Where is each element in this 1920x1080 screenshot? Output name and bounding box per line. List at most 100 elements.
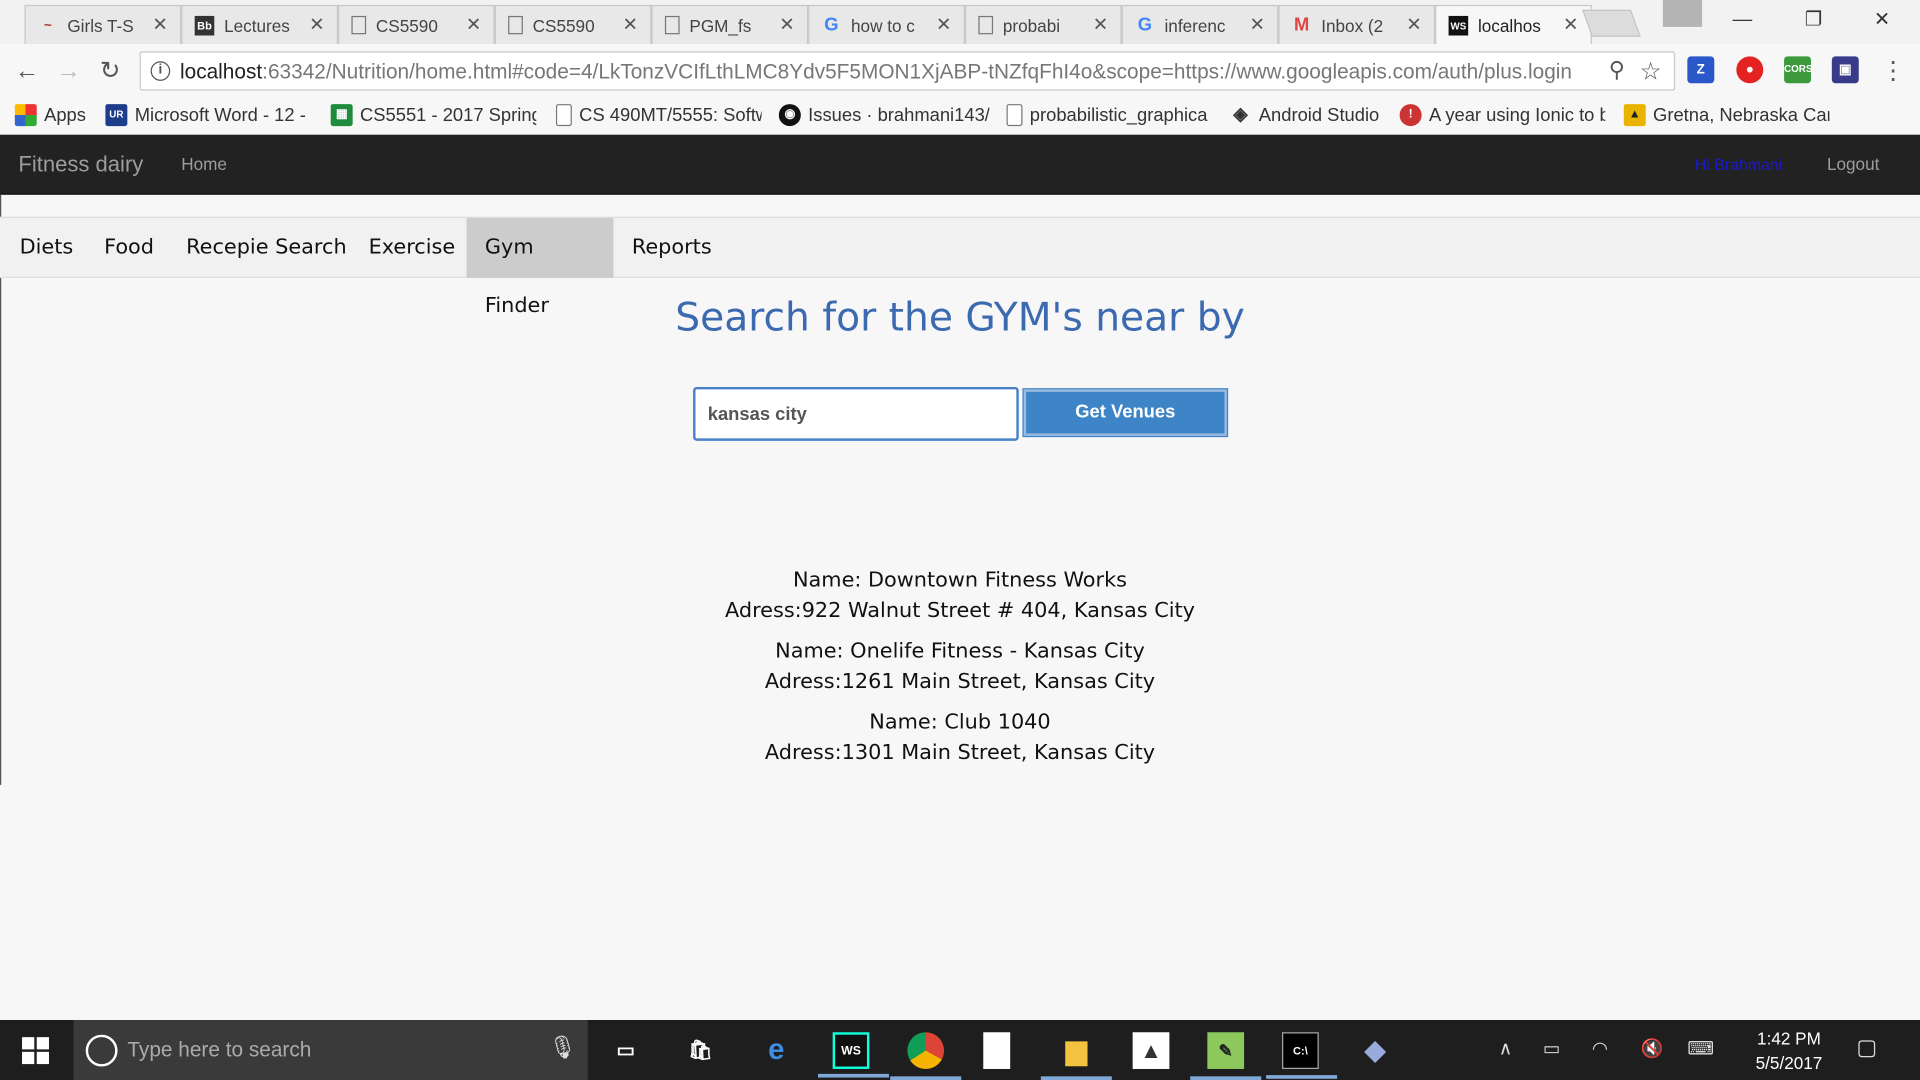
tab-food[interactable]: Food (86, 218, 173, 278)
photos-icon[interactable]: ▲ (1132, 1032, 1170, 1069)
window-close-icon[interactable]: ✕ (1854, 0, 1910, 42)
venue-address: Adress:922 Walnut Street # 404, Kansas C… (724, 598, 1195, 623)
browser-tab-active[interactable]: WS localhos ✕ (1435, 4, 1592, 46)
store-icon[interactable]: 🛍 (682, 1032, 719, 1069)
android-studio-icon: ◈ (1233, 104, 1248, 125)
screen: ~ Girls T-S ✕ Bb Lectures ✕ CS5590 ✕ CS5… (0, 0, 1920, 1080)
info-icon[interactable]: i (150, 61, 171, 81)
close-icon[interactable]: ✕ (936, 13, 951, 36)
file-explorer-icon[interactable]: ▆ (1040, 1032, 1112, 1080)
sheets-icon: ▦ (330, 104, 353, 127)
action-center-icon[interactable]: ▢ (1856, 1035, 1877, 1061)
address-bar[interactable]: i localhost:63342/Nutrition/home.html#co… (139, 51, 1676, 91)
browser-tab-title: how to c (851, 15, 915, 35)
windows-start-icon[interactable] (22, 1037, 49, 1065)
document-icon (1006, 104, 1023, 127)
tab-exercise[interactable]: Exercise (350, 218, 473, 278)
browser-tab[interactable]: Bb Lectures ✕ (181, 4, 338, 45)
brand-link[interactable]: Fitness dairy (18, 152, 143, 178)
location-search-input[interactable] (693, 386, 1019, 441)
app-icon[interactable]: ◆ (1357, 1032, 1394, 1069)
campground-icon: ▲ (1623, 104, 1646, 127)
tab-recepie-search[interactable]: Recepie Search (168, 218, 365, 278)
browser-tab-title: Girls T-S (67, 15, 134, 35)
adblock-icon[interactable]: ● (1736, 56, 1764, 84)
tab-gym-finder[interactable]: Gym Finder (466, 217, 614, 318)
logout-link[interactable]: Logout (1827, 154, 1879, 174)
browser-tab[interactable]: ~ Girls T-S ✕ (24, 4, 182, 45)
extension-icon[interactable]: ▣ (1831, 56, 1859, 84)
volume-muted-icon[interactable]: 🔇 (1641, 1037, 1664, 1059)
task-view-icon[interactable]: ▭ (607, 1032, 644, 1069)
browser-tab[interactable]: PGM_fs ✕ (651, 4, 809, 45)
bookmark-item[interactable]: UR Microsoft Word - 12 - (105, 102, 311, 129)
section-tabs: Diets Food Recepie Search Exercise Gym F… (0, 216, 1920, 318)
notepad-plus-icon[interactable]: ✎ (1190, 1032, 1262, 1080)
browser-tab[interactable]: CS5590 ✕ (494, 4, 652, 45)
notepad-icon[interactable] (983, 1032, 1011, 1069)
taskbar-search-box[interactable]: Type here to search 🎙 (73, 1020, 588, 1080)
app-navbar: Fitness dairy Home Hi Brahmani Logout (0, 134, 1920, 195)
close-icon[interactable]: ✕ (152, 13, 167, 36)
close-icon[interactable]: ✕ (466, 13, 481, 36)
cortana-icon[interactable] (85, 1034, 118, 1067)
edge-icon[interactable]: e (758, 1032, 795, 1069)
document-icon (664, 15, 680, 35)
browser-tab-strip: ~ Girls T-S ✕ Bb Lectures ✕ CS5590 ✕ CS5… (0, 0, 1920, 46)
bookmark-item[interactable]: ▦ CS5551 - 2017 Spring (330, 102, 536, 129)
get-venues-button[interactable]: Get Venues (1022, 388, 1229, 438)
back-icon[interactable]: ← (12, 56, 41, 85)
close-icon[interactable]: ✕ (779, 13, 794, 36)
cors-icon[interactable]: CORS (1784, 56, 1812, 84)
list-item: Name: Onelife Fitness - Kansas City Adre… (0, 637, 1920, 697)
show-hidden-icons[interactable]: ∧ (1499, 1037, 1512, 1059)
bookmark-label: Android Studio (1258, 104, 1380, 126)
tab-reports[interactable]: Reports (613, 218, 730, 278)
forward-icon[interactable]: → (54, 56, 83, 85)
zotero-icon[interactable]: Z (1687, 56, 1715, 84)
bookmark-star-icon[interactable]: ☆ (1640, 56, 1662, 87)
bookmark-item[interactable]: probabilistic_graphica (1006, 102, 1213, 129)
bookmark-item[interactable]: ▲ Gretna, Nebraska Can (1623, 102, 1829, 129)
browser-tab[interactable]: probabi ✕ (964, 4, 1122, 45)
document-icon (508, 15, 523, 35)
bookmark-item[interactable]: ◈ Android Studio (1229, 102, 1379, 129)
command-prompt-icon[interactable]: C:\ (1266, 1032, 1338, 1079)
restore-icon[interactable]: ❐ (1785, 0, 1841, 42)
keyboard-icon[interactable]: ⌨ (1687, 1037, 1714, 1059)
profile-icon[interactable] (1662, 0, 1703, 27)
user-greeting[interactable]: Hi Brahmani (1695, 156, 1783, 174)
close-icon[interactable]: ✕ (1249, 13, 1264, 36)
close-icon[interactable]: ✕ (1406, 13, 1421, 36)
bookmark-label: A year using Ionic to b (1428, 104, 1606, 126)
close-icon[interactable]: ✕ (1093, 13, 1108, 36)
wifi-icon[interactable]: ◠ (1592, 1037, 1608, 1059)
webstorm-taskbar-icon[interactable]: WS (817, 1032, 889, 1078)
close-icon[interactable]: ✕ (309, 13, 324, 36)
browser-tab[interactable]: CS5590 ✕ (337, 4, 495, 45)
zoom-icon[interactable]: ⚲ (1609, 58, 1625, 84)
close-icon[interactable]: ✕ (1563, 13, 1578, 36)
close-icon[interactable]: ✕ (623, 13, 638, 36)
browser-tab[interactable]: G inferenc ✕ (1121, 4, 1279, 45)
bookmark-item[interactable]: Apps (14, 102, 86, 129)
google-icon: G (824, 14, 839, 36)
browser-tab[interactable]: G how to c ✕ (808, 4, 965, 45)
home-link[interactable]: Home (181, 154, 227, 174)
minimize-icon[interactable]: — (1714, 0, 1770, 42)
menu-icon[interactable]: ⋮ (1878, 56, 1907, 85)
umkc-icon: UR (105, 104, 128, 127)
new-tab-button[interactable] (1582, 9, 1641, 37)
bookmark-item[interactable]: ! A year using Ionic to b (1399, 102, 1606, 129)
tab-diets[interactable]: Diets (1, 218, 91, 278)
reload-icon[interactable]: ↻ (96, 56, 125, 85)
battery-icon[interactable]: ▭ (1543, 1037, 1560, 1059)
bookmark-item[interactable]: CS 490MT/5555: Softw (555, 102, 762, 129)
browser-toolbar: ← → ↻ i localhost:63342/Nutrition/home.h… (0, 44, 1920, 98)
taskbar-clock[interactable]: 1:42 PM 5/5/2017 (1741, 1026, 1837, 1075)
browser-tab[interactable]: M Inbox (2 ✕ (1278, 4, 1436, 45)
bookmark-item[interactable]: ◉ Issues · brahmani143/ (778, 102, 989, 129)
venue-name: Name: Club 1040 (869, 710, 1051, 735)
microphone-icon[interactable]: 🎙 (549, 1035, 577, 1061)
chrome-icon[interactable] (890, 1032, 962, 1080)
